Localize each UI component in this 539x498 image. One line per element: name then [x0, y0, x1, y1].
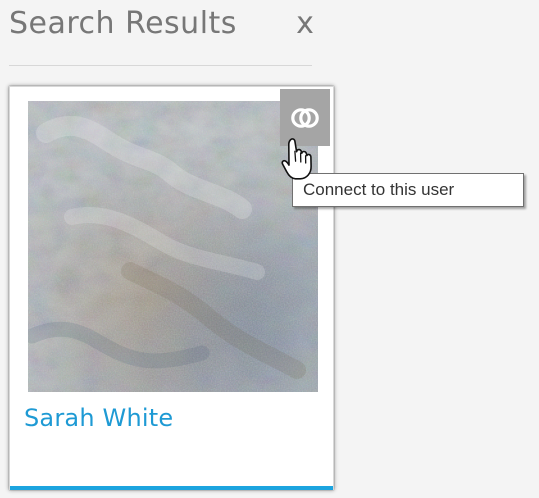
user-result-card[interactable]: Sarah White: [9, 86, 334, 490]
user-name-link[interactable]: Sarah White: [24, 402, 173, 434]
connect-user-button[interactable]: [280, 89, 330, 146]
search-results-title: Search Results: [9, 6, 237, 41]
profile-photo-icon[interactable]: [28, 101, 318, 392]
connect-tooltip: Connect to this user: [292, 173, 524, 207]
link-rings-icon: [291, 108, 319, 128]
search-results-header: Search Results x: [9, 5, 314, 66]
search-results-panel: Search Results x Sarah White Connect to …: [0, 0, 539, 498]
profile-photo-image: [28, 101, 318, 392]
close-button[interactable]: x: [292, 6, 318, 42]
header-divider: [9, 65, 312, 66]
